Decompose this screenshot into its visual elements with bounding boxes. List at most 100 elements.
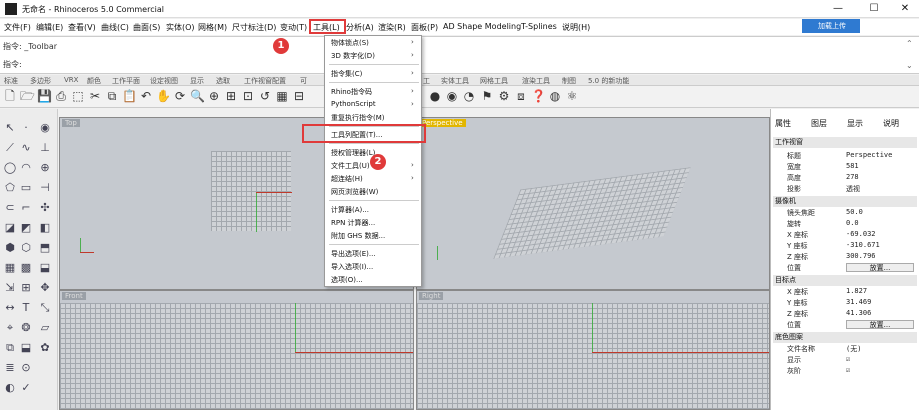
- tab-solidtools[interactable]: 实体工具: [441, 76, 469, 86]
- menu-command-set[interactable]: 指令集(C): [331, 69, 362, 79]
- tab-vplayout[interactable]: 工作视窗配置: [244, 76, 286, 86]
- menu-render[interactable]: 渲染(R): [378, 22, 406, 33]
- menu-curve[interactable]: 曲线(C): [101, 22, 129, 33]
- tab-setview[interactable]: 设定视图: [150, 76, 178, 86]
- grid-icon[interactable]: ⊟: [292, 89, 306, 103]
- solid-edit-icon[interactable]: ⬡: [19, 241, 33, 255]
- projection-select[interactable]: 透视: [846, 184, 860, 194]
- offset-icon[interactable]: ⊂: [3, 201, 17, 215]
- menu-repeat-command[interactable]: 重复执行指令(M): [331, 113, 385, 123]
- layer-tool-icon[interactable]: ≣: [3, 361, 17, 375]
- viewport-perspective[interactable]: Perspective: [416, 117, 770, 290]
- material-icon[interactable]: ◉: [445, 89, 459, 103]
- panel-tab-display[interactable]: 显示: [847, 118, 863, 129]
- viewport-label-right[interactable]: Right: [419, 292, 444, 300]
- sphere-render-icon[interactable]: ●: [428, 89, 442, 103]
- help-icon[interactable]: ❓: [531, 89, 546, 103]
- value-target-x[interactable]: 1.827: [846, 287, 867, 295]
- close-button[interactable]: ✕: [893, 2, 917, 16]
- value-filename[interactable]: (无): [846, 344, 861, 354]
- menu-mesh[interactable]: 网格(M): [198, 22, 227, 33]
- mesh-icon[interactable]: ▦: [3, 261, 17, 275]
- viewport-right[interactable]: Right: [416, 290, 770, 410]
- circle-icon[interactable]: ◯: [3, 161, 17, 175]
- scale-icon[interactable]: ⤡: [38, 301, 52, 315]
- display-mode-icon[interactable]: ◐: [3, 381, 17, 395]
- tab-color[interactable]: 颜色: [87, 76, 101, 86]
- value-rotation[interactable]: 0.0: [846, 219, 859, 227]
- options-icon[interactable]: ⚛: [565, 89, 579, 103]
- menu-options[interactable]: 选项(O)...: [331, 275, 363, 285]
- camera-place-button[interactable]: 放置...: [846, 263, 914, 272]
- layout-icon[interactable]: ⧈: [514, 89, 528, 103]
- boolean-icon[interactable]: ◧: [38, 221, 52, 235]
- zoom-selected-icon[interactable]: ⊡: [241, 89, 255, 103]
- explode-icon[interactable]: ✣: [38, 201, 52, 215]
- check-icon[interactable]: ✓: [19, 381, 33, 395]
- array-icon[interactable]: ⊞: [19, 281, 33, 295]
- snap-icon[interactable]: ⊙: [19, 361, 33, 375]
- zoom-icon[interactable]: 🔍: [190, 89, 205, 103]
- menu-import-options[interactable]: 导入选项(I)...: [331, 262, 373, 272]
- curve-icon[interactable]: ∿: [19, 141, 33, 155]
- menu-analyze[interactable]: 分析(A): [346, 22, 374, 33]
- trim-icon[interactable]: ⊥: [38, 141, 52, 155]
- menu-rpn-calculator[interactable]: RPN 计算器...: [331, 218, 375, 228]
- tab-rendertools[interactable]: 渲染工具: [522, 76, 550, 86]
- maximize-button[interactable]: ☐: [862, 2, 886, 16]
- scroll-up-icon[interactable]: ⌃: [906, 39, 913, 48]
- tab-display[interactable]: 显示: [190, 76, 204, 86]
- menu-pythonscript[interactable]: PythonScript: [331, 100, 376, 108]
- menu-web-browser[interactable]: 网页浏览器(W): [331, 187, 378, 197]
- value-target-z[interactable]: 41.306: [846, 309, 871, 317]
- render-icon[interactable]: ◍: [548, 89, 562, 103]
- viewport-icon[interactable]: ▦: [275, 89, 289, 103]
- render-tool-icon[interactable]: ❂: [19, 321, 33, 335]
- undo-view-icon[interactable]: ↺: [258, 89, 272, 103]
- solid-icon[interactable]: ⬢: [3, 241, 17, 255]
- menu-dimension[interactable]: 尺寸标注(D): [232, 22, 276, 33]
- import-icon[interactable]: ⬚: [71, 89, 85, 103]
- value-camera-z[interactable]: 300.796: [846, 252, 876, 260]
- cut-icon[interactable]: ✂: [88, 89, 102, 103]
- rectangle-icon[interactable]: ▭: [19, 181, 33, 195]
- scroll-down-icon[interactable]: ⌄: [906, 61, 913, 70]
- value-height[interactable]: 278: [846, 173, 859, 181]
- open-icon[interactable]: 🗁: [20, 89, 35, 103]
- surface-edit-icon[interactable]: ◩: [19, 221, 33, 235]
- flag-icon[interactable]: ⚑: [480, 89, 494, 103]
- tab-vrx[interactable]: VRX: [64, 76, 78, 84]
- command-prompt[interactable]: 指令:: [3, 59, 22, 70]
- extrude-icon[interactable]: ⬒: [38, 241, 52, 255]
- panel-tab-layers[interactable]: 图层: [811, 118, 827, 129]
- minimize-button[interactable]: —: [826, 2, 850, 16]
- tab-drafting[interactable]: 制图: [562, 76, 576, 86]
- panel-tab-properties[interactable]: 属性: [775, 118, 791, 129]
- tab-cplane[interactable]: 工作平面: [112, 76, 140, 86]
- rotate-view-icon[interactable]: ⟳: [173, 89, 187, 103]
- value-target-y[interactable]: 31.469: [846, 298, 871, 306]
- mesh-edit-icon[interactable]: ▩: [19, 261, 33, 275]
- value-focal-length[interactable]: 50.0: [846, 208, 863, 216]
- value-camera-y[interactable]: -310.671: [846, 241, 880, 249]
- tab-polygon[interactable]: 多边形: [30, 76, 51, 86]
- undo-icon[interactable]: ↶: [139, 89, 153, 103]
- zoom-extents-icon[interactable]: ⊞: [224, 89, 238, 103]
- value-title[interactable]: Perspective: [846, 151, 892, 159]
- value-width[interactable]: 581: [846, 162, 859, 170]
- save-icon[interactable]: 💾: [37, 89, 52, 103]
- split-icon[interactable]: ⊕: [38, 161, 52, 175]
- copy-icon[interactable]: ⧉: [105, 89, 119, 103]
- menu-file[interactable]: 文件(F): [4, 22, 31, 33]
- pan-icon[interactable]: ✋: [156, 89, 171, 103]
- menu-calculator[interactable]: 计算器(A)...: [331, 205, 369, 215]
- menu-rhinoscript[interactable]: Rhino指令码: [331, 87, 372, 97]
- settings-icon[interactable]: ⚙: [497, 89, 511, 103]
- select-icon[interactable]: ↖: [3, 121, 17, 135]
- menu-file-utilities[interactable]: 文件工具(U): [331, 161, 370, 171]
- viewport-label-top[interactable]: Top: [62, 119, 80, 127]
- menu-license-manager[interactable]: 授权管理器(L): [331, 148, 375, 158]
- tab-select[interactable]: 选取: [216, 76, 230, 86]
- show-checkbox[interactable]: ☑: [846, 355, 850, 363]
- polygon-icon[interactable]: ⬠: [3, 181, 17, 195]
